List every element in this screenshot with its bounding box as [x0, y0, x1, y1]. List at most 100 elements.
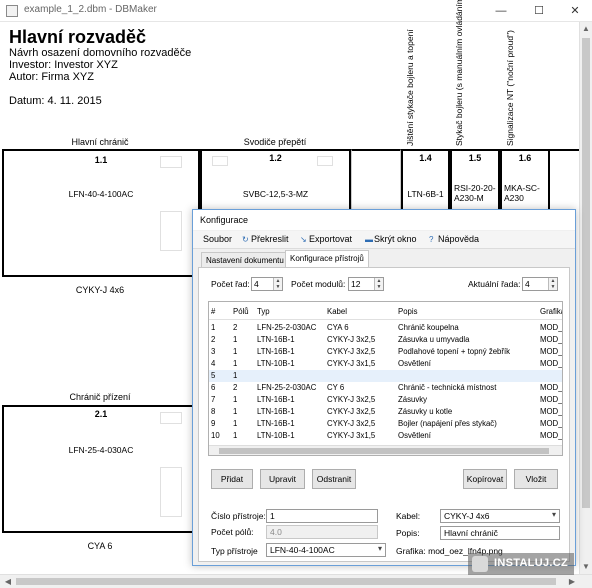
close-button[interactable]: ✕ [560, 2, 590, 20]
module-1-4[interactable]: 1.4 LTN-6B-1 [401, 149, 450, 211]
current-row-spinner[interactable]: 4 ▲ ▼ [522, 277, 558, 291]
table-row[interactable]: 3 1 LTN-16B-1 CYKY-J 3x2,5 Podlahové topení … [209, 346, 563, 358]
spinner-arrows-icon[interactable]: ▲ ▼ [548, 278, 557, 290]
module-1-6[interactable]: 1.6 MKA-SC-A230 [500, 149, 550, 211]
edit-button[interactable]: Upravit [260, 469, 305, 489]
table-cell: 6 [211, 383, 216, 392]
table-row[interactable]: 1 2 LFN-25-2-030AC CYA 6 Chránič koupelna MOD… [209, 322, 562, 334]
table-cell: Chránič koupelna [398, 323, 459, 332]
table-cell: Podlahové topení + topný žebřík [398, 347, 511, 356]
table-row[interactable]: 2 1 LTN-16B-1 CYKY-J 3x2,5 Zásuvka u umyvadl… [209, 334, 563, 346]
table-cell: Chránič - technická místnost [398, 383, 497, 392]
cable-select[interactable]: CYKY-J 4x6 [440, 509, 560, 523]
table-cell: MOD_( [540, 383, 563, 392]
menu-hide-window[interactable]: ▬Skrýt okno [365, 234, 417, 244]
minimize-button[interactable]: — [486, 2, 516, 20]
module-1-2[interactable]: 1.2 SVBC-12,5-3-MZ [200, 149, 351, 211]
table-cell: MOD_( [540, 347, 563, 356]
table-cell: CYKY-J 3x1,5 [327, 431, 376, 440]
scroll-thumb[interactable] [582, 38, 590, 508]
table-cell: 5 [211, 371, 216, 380]
module-1-5[interactable]: 1.5 RSI-20-20-A230-M [450, 149, 500, 211]
add-button[interactable]: Přidat [211, 469, 253, 489]
tab-device-configuration[interactable]: Konfigurace přístrojů [285, 250, 369, 268]
delete-button[interactable]: Odstranit [312, 469, 356, 489]
table-cell: Zásuvka u umyvadla [398, 335, 470, 344]
devices-grid[interactable]: # Pólů Typ Kabel Popis Grafika 1 2 LFN-25-… [208, 301, 563, 456]
table-cell: LTN-10B-1 [257, 359, 295, 368]
scroll-up-icon[interactable]: ▲ [580, 24, 592, 33]
module-2-1[interactable]: 2.1 LFN-25-4-030AC [2, 405, 200, 533]
poles-field: 4.0 [266, 525, 378, 539]
table-cell: CYKY-J 3x2,5 [327, 347, 376, 356]
document-date: Datum: 4. 11. 2015 [9, 95, 102, 107]
menu-redraw[interactable]: ↻ Překreslit [242, 234, 289, 244]
scroll-down-icon[interactable]: ▼ [580, 562, 592, 571]
scroll-left-icon[interactable]: ◀ [2, 577, 14, 586]
menu-export[interactable]: ↘ Exportovat [300, 234, 352, 244]
table-cell: Zásuvky u kotle [398, 407, 453, 416]
table-cell: Osvětlení [398, 359, 431, 368]
table-cell: 1 [233, 395, 238, 404]
table-cell: 7 [211, 395, 216, 404]
table-row[interactable]: 8 1 LTN-16B-1 CYKY-J 3x2,5 Zásuvky u kotle MO… [209, 406, 563, 418]
menu-help[interactable]: ? Nápověda [429, 234, 479, 244]
window-title: example_1_2.dbm - DBMaker [24, 4, 157, 15]
table-row[interactable]: 4 1 LTN-10B-1 CYKY-J 3x1,5 Osvětlení MOD_( [209, 358, 563, 370]
table-cell: MOD_( [540, 335, 563, 344]
table-row[interactable]: 51 [209, 370, 562, 382]
table-cell: 2 [233, 383, 238, 392]
table-cell: MOD_( [540, 359, 563, 368]
spinner-arrows-icon[interactable]: ▲ ▼ [374, 278, 383, 290]
paste-button[interactable]: Vložit [514, 469, 558, 489]
modules-spinner[interactable]: 12 ▲ ▼ [348, 277, 384, 291]
rows-spinner[interactable]: 4 ▲ ▼ [251, 277, 283, 291]
menu-file-label: Soubor [203, 234, 233, 244]
grid-scroll-thumb[interactable] [219, 448, 549, 454]
table-row[interactable]: 6 2 LFN-25-2-030AC CY 6 Chránič - technická … [209, 382, 563, 394]
col-header-surge: Svodiče přepětí [243, 137, 307, 147]
module-type: LFN-25-4-030AC [68, 445, 134, 455]
scroll-thumb-h[interactable] [16, 578, 556, 585]
device-number-field[interactable]: 1 [266, 509, 378, 523]
grid-header-cell: Kabel [327, 307, 347, 316]
grid-horizontal-scrollbar[interactable] [209, 445, 562, 455]
document-title: Hlavní rozvaděč [9, 27, 147, 47]
description-field[interactable]: Hlavní chránič [440, 526, 560, 540]
device-type-select[interactable]: LFN-40-4-100AC [266, 543, 386, 557]
spinner-arrows-icon[interactable]: ▲ ▼ [273, 278, 282, 290]
menu-file[interactable]: Soubor [203, 234, 232, 244]
module-number: 1.4 [419, 153, 432, 163]
table-cell: 1 [233, 431, 238, 440]
table-row[interactable]: 7 1 LTN-16B-1 CYKY-J 3x2,5 Zásuvky MOD_( [209, 394, 562, 406]
table-cell: MOD_( [540, 407, 563, 416]
table-cell: CY 6 [327, 383, 345, 392]
col-header-signal: Signalizace NT ("noční proud") [505, 30, 515, 146]
rows-label: Počet řad: [211, 279, 250, 289]
table-row[interactable]: 10 1 LTN-10B-1 CYKY-J 3x1,5 Osvětlení MOD_( [209, 430, 563, 442]
current-row-label: Aktuální řada: [468, 279, 521, 289]
table-cell: MOD_( [540, 419, 563, 428]
cable-label-1: CYKY-J 4x6 [75, 285, 125, 295]
device-number-label: Číslo přístroje: [211, 511, 266, 521]
horizontal-scrollbar[interactable]: ◀ ▶ [0, 574, 592, 588]
current-row-value: 4 [525, 279, 530, 289]
table-cell: MOD_( [540, 431, 563, 440]
tab-document-settings[interactable]: Nastavení dokumentu [201, 252, 289, 268]
table-row[interactable]: 9 1 LTN-16B-1 CYKY-J 3x2,5 Bojler (napájení … [209, 418, 563, 430]
copy-button[interactable]: Kopírovat [463, 469, 507, 489]
table-cell: 2 [211, 335, 216, 344]
module-1-3[interactable] [351, 149, 401, 211]
table-cell: 1 [233, 371, 238, 380]
watermark-text: INSTALUJ.CZ [494, 557, 568, 569]
scroll-right-icon[interactable]: ▶ [566, 577, 578, 586]
grid-header-cell: # [211, 307, 216, 316]
cable-label: Kabel: [396, 511, 421, 521]
table-cell: LTN-16B-1 [257, 407, 295, 416]
vertical-scrollbar[interactable]: ▲ ▼ [579, 22, 592, 574]
modules-value: 12 [351, 279, 361, 289]
maximize-button[interactable]: ☐ [524, 2, 554, 20]
module-type: LFN-40-4-100AC [68, 189, 134, 199]
table-cell: Bojler (napájení přes stykač) [398, 419, 497, 428]
module-1-1[interactable]: 1.1 LFN-40-4-100AC [2, 149, 200, 277]
